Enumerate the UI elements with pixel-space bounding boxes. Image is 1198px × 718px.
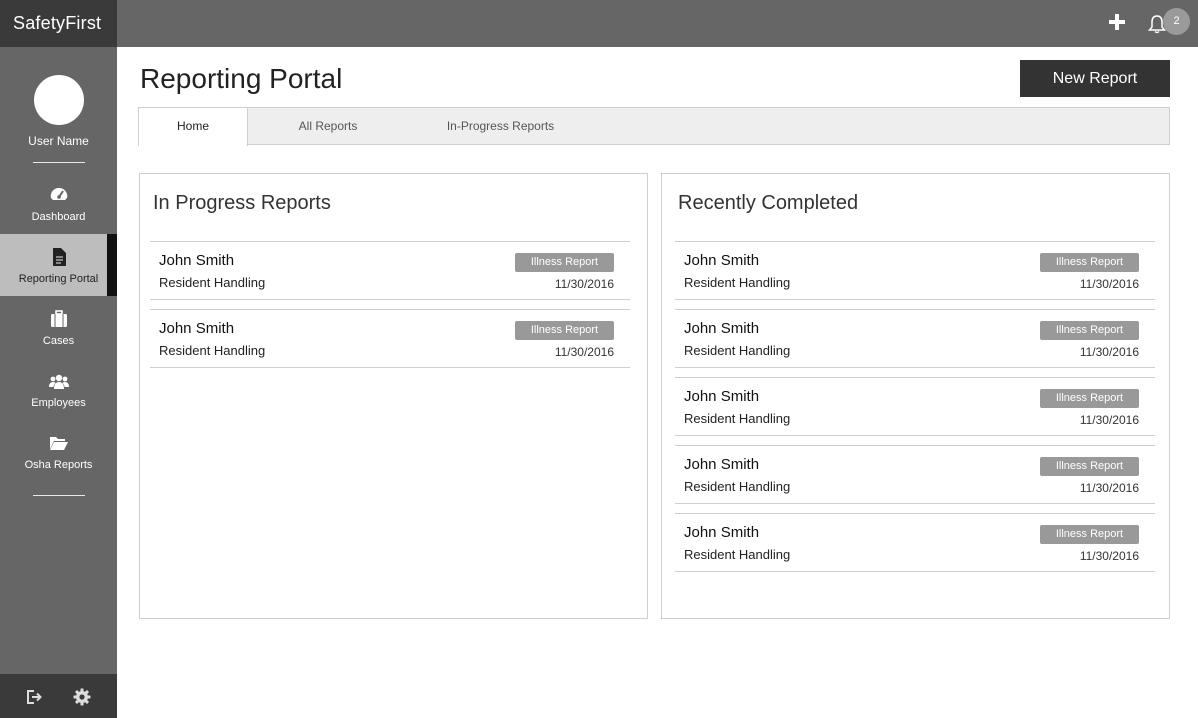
report-date: 11/30/2016 [1079, 549, 1139, 563]
report-date: 11/30/2016 [1079, 277, 1139, 291]
report-category: Resident Handling [684, 547, 791, 562]
report-type-badge: Illness Report [515, 321, 614, 340]
tab-bar: Home All Reports In-Progress Reports [138, 107, 1170, 146]
plus-icon[interactable] [1108, 13, 1126, 31]
notification-badge[interactable]: 2 [1163, 8, 1190, 35]
sidebar-item-label: Cases [42, 335, 75, 347]
document-icon [52, 248, 66, 266]
report-date: 11/30/2016 [1079, 481, 1139, 495]
tab-in-progress-reports[interactable]: In-Progress Reports [418, 107, 583, 145]
sidebar: SafetyFirst User Name Dashboard Reportin… [0, 0, 117, 718]
report-employee-name: John Smith [684, 524, 760, 541]
report-row[interactable]: John Smith Resident Handling Illness Rep… [675, 513, 1155, 572]
report-date: 11/30/2016 [554, 277, 614, 291]
logout-icon[interactable] [25, 688, 43, 706]
report-employee-name: John Smith [684, 252, 760, 269]
avatar[interactable] [34, 75, 84, 125]
sidebar-item-cases[interactable]: Cases [0, 309, 117, 371]
recently-completed-panel: Recently Completed John Smith Resident H… [661, 173, 1170, 619]
report-row[interactable]: John Smith Resident Handling Illness Rep… [150, 241, 630, 300]
report-date: 11/30/2016 [554, 345, 614, 359]
report-employee-name: John Smith [159, 320, 235, 337]
brand-logo[interactable]: SafetyFirst [0, 0, 117, 47]
tab-all-reports[interactable]: All Reports [258, 107, 398, 145]
report-row[interactable]: John Smith Resident Handling Illness Rep… [675, 309, 1155, 368]
sidebar-item-label: Osha Reports [24, 459, 93, 471]
sidebar-item-label: Dashboard [31, 211, 86, 223]
sidebar-divider [33, 162, 85, 163]
sidebar-item-osha-reports[interactable]: Osha Reports [0, 433, 117, 495]
report-category: Resident Handling [684, 479, 791, 494]
report-employee-name: John Smith [159, 252, 235, 269]
report-row[interactable]: John Smith Resident Handling Illness Rep… [150, 309, 630, 368]
report-type-badge: Illness Report [1040, 525, 1139, 544]
report-category: Resident Handling [684, 275, 791, 290]
report-employee-name: John Smith [684, 388, 760, 405]
panel-title: Recently Completed [678, 192, 859, 214]
user-name[interactable]: User Name [0, 134, 117, 148]
sidebar-item-employees[interactable]: Employees [0, 371, 117, 433]
report-type-badge: Illness Report [1040, 457, 1139, 476]
sidebar-item-reporting-portal[interactable]: Reporting Portal [0, 234, 117, 296]
sidebar-footer [0, 674, 117, 718]
sidebar-divider [33, 495, 85, 496]
report-date: 11/30/2016 [1079, 345, 1139, 359]
briefcase-icon [50, 310, 67, 327]
folder-open-icon [49, 437, 68, 450]
in-progress-panel: In Progress Reports John Smith Resident … [139, 173, 648, 619]
sidebar-item-label: Employees [31, 397, 86, 409]
report-type-badge: Illness Report [515, 253, 614, 272]
gauge-icon [50, 187, 67, 200]
report-category: Resident Handling [159, 343, 266, 358]
users-icon [48, 374, 69, 389]
report-row[interactable]: John Smith Resident Handling Illness Rep… [675, 445, 1155, 504]
page-title: Reporting Portal [140, 63, 343, 94]
report-category: Resident Handling [684, 343, 791, 358]
gear-icon[interactable] [73, 688, 91, 706]
report-employee-name: John Smith [684, 456, 760, 473]
report-row[interactable]: John Smith Resident Handling Illness Rep… [675, 241, 1155, 300]
tab-home[interactable]: Home [138, 107, 248, 146]
report-category: Resident Handling [684, 411, 791, 426]
panel-title: In Progress Reports [153, 192, 331, 214]
report-row[interactable]: John Smith Resident Handling Illness Rep… [675, 377, 1155, 436]
report-list: John Smith Resident Handling Illness Rep… [150, 241, 630, 377]
new-report-button[interactable]: New Report [1020, 60, 1170, 97]
sidebar-item-label: Reporting Portal [18, 273, 99, 285]
report-type-badge: Illness Report [1040, 389, 1139, 408]
report-date: 11/30/2016 [1079, 413, 1139, 427]
report-employee-name: John Smith [684, 320, 760, 337]
report-category: Resident Handling [159, 275, 266, 290]
top-bar: 2 [117, 0, 1198, 47]
report-type-badge: Illness Report [1040, 253, 1139, 272]
report-type-badge: Illness Report [1040, 321, 1139, 340]
report-list: John Smith Resident Handling Illness Rep… [675, 241, 1155, 581]
